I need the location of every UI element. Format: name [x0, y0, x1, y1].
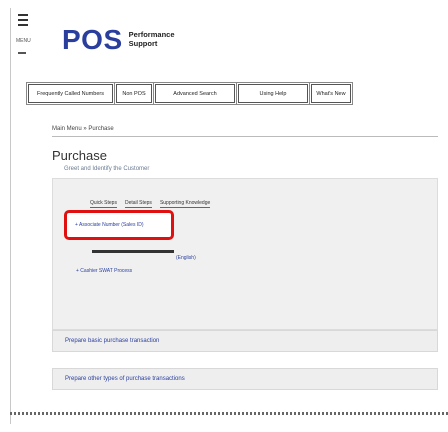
section-label: Prepare basic purchase transaction [65, 338, 160, 344]
section-other-purchase[interactable]: Prepare other types of purchase transact… [52, 368, 438, 390]
collapse-icon[interactable] [18, 52, 26, 54]
bottom-divider [10, 412, 448, 415]
section-basic-purchase[interactable]: Prepare basic purchase transaction [52, 330, 438, 352]
highlight-box: + Associate Number (Sales ID) [64, 210, 174, 240]
hamburger-menu-icon[interactable] [18, 14, 28, 29]
menu-label: MENU [16, 38, 31, 44]
logo-subtitle-line2: Support [128, 39, 158, 48]
associate-number-link[interactable]: + Associate Number (Sales ID) [75, 222, 144, 228]
cashier-swat-link[interactable]: + Cashier SWAT Process [76, 268, 132, 274]
tab-advanced-search[interactable]: Advanced Search [153, 82, 237, 105]
divider-bar [92, 250, 174, 253]
inner-tab-quick-steps[interactable]: Quick Steps [90, 200, 117, 208]
inner-tab-supporting-knowledge[interactable]: Supporting Knowledge [159, 200, 211, 208]
tab-non-pos[interactable]: Non POS [114, 82, 154, 105]
section-label: Prepare other types of purchase transact… [65, 376, 185, 382]
page-title: Purchase [52, 148, 107, 163]
english-label[interactable]: (English) [176, 255, 196, 261]
tab-frequently-called-numbers[interactable]: Frequently Called Numbers [26, 82, 115, 105]
page-subtitle[interactable]: Greet and Identify the Customer [64, 166, 149, 172]
breadcrumb-divider [52, 136, 438, 137]
logo-subtitle: Performance Support [129, 31, 175, 48]
tab-using-help[interactable]: Using Help [236, 82, 310, 105]
inner-tabs: Quick Steps Detail Steps Supporting Know… [90, 200, 211, 208]
sidebar: MENU [14, 8, 36, 68]
tab-whats-new[interactable]: What's New [309, 82, 353, 105]
top-nav-tabs: Frequently Called Numbers Non POS Advanc… [26, 82, 438, 105]
logo-name: POS [62, 24, 123, 55]
pos-logo: POS Performance Support [62, 26, 175, 54]
breadcrumb[interactable]: Main Menu » Purchase [52, 126, 114, 132]
inner-tab-detail-steps[interactable]: Detail Steps [124, 200, 152, 208]
